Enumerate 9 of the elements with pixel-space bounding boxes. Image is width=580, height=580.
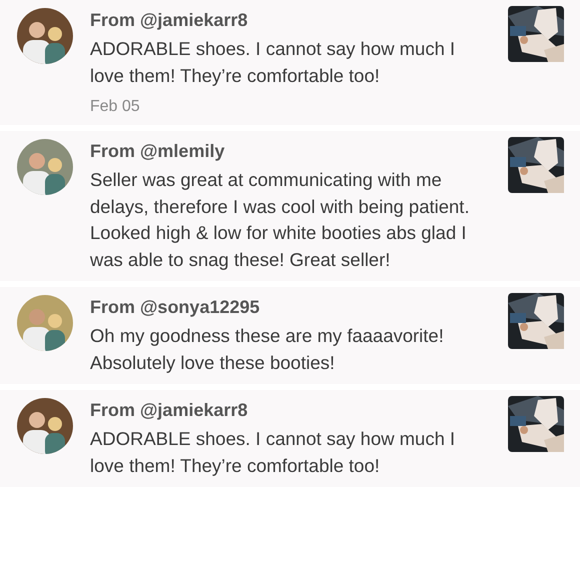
review-text: Seller was great at communicating with me delays, therefore I was cool with being patient. Looked high & low for white booties abs glad I was able to snag these! Great seller! [90,168,470,272]
review-date: Feb 05 [90,97,141,117]
author-name[interactable]: From @jamiekarr8 [90,8,492,32]
review-text: Oh my goodness these are my faaaavorite! Absolutely love these booties! [90,324,445,375]
author-name[interactable]: From @sonya12295 [90,295,492,319]
author-name[interactable]: From @mlemily [90,139,492,163]
review-text: ADORABLE shoes. I cannot say how much I love them! They’re comfortable too! [90,427,456,478]
review-text: ADORABLE shoes. I cannot say how much I love them! They’re comfortable too! [90,37,456,88]
author-name[interactable]: From @jamiekarr8 [90,398,492,422]
